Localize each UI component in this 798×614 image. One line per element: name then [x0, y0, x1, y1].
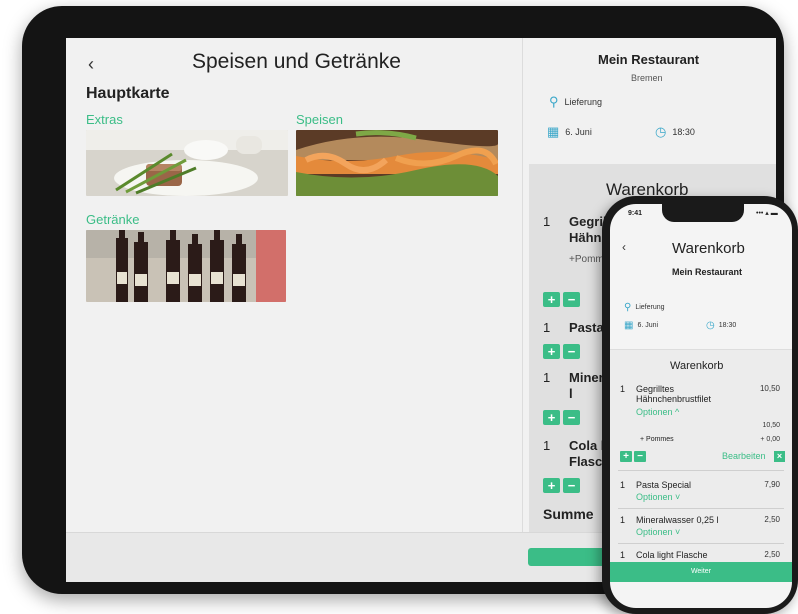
phone-title: Warenkorb [672, 240, 745, 257]
separator [618, 508, 784, 509]
close-icon[interactable]: × [774, 451, 785, 462]
extra-price: + 0,00 [760, 436, 780, 443]
quantity-stepper: + − [543, 292, 580, 307]
date-row[interactable]: ▦ 6. Juni [624, 320, 658, 331]
calendar-icon: ▦ [624, 320, 634, 331]
extra-name: + Pommes [640, 436, 674, 443]
quantity-stepper: + − [543, 344, 580, 359]
cart-item-name: Pasta Special [636, 480, 692, 490]
time-value: 18:30 [718, 322, 737, 329]
time-row[interactable]: ◷ 18:30 [655, 124, 695, 140]
separator [618, 543, 784, 544]
delivery-row[interactable]: ⚲ Lieferung [624, 302, 665, 313]
phone-screen: 9:41 ••• ▴ ▬ ‹ Warenkorb Mein Restaurant… [610, 204, 792, 608]
date-value: 6. Juni [565, 127, 592, 137]
minus-button[interactable]: − [563, 344, 580, 359]
status-icons: ••• ▴ ▬ [756, 210, 778, 217]
location-pin-icon: ⚲ [624, 302, 632, 313]
delivery-label: Lieferung [564, 97, 603, 107]
cart-item-price: 10,50 [759, 384, 780, 393]
cart-item-name-cont: l [569, 386, 573, 401]
category-label-extras[interactable]: Extras [86, 112, 123, 127]
status-time: 9:41 [628, 210, 643, 217]
minus-button[interactable]: − [563, 478, 580, 493]
clock-icon: ◷ [655, 124, 667, 139]
continue-button[interactable]: Weiter [610, 562, 792, 582]
location-pin-icon: ⚲ [549, 94, 559, 109]
restaurant-city: Bremen [631, 73, 663, 83]
category-image-speisen[interactable] [296, 130, 498, 196]
back-button[interactable]: ‹ [622, 240, 626, 254]
menu-pane: ‹ Speisen und Getränke Hauptkarte Extras [66, 38, 522, 532]
cart-item-name: Cola light Flasche [636, 550, 708, 560]
category-image-getraenke[interactable] [86, 230, 286, 302]
plus-button[interactable]: + [543, 292, 560, 307]
cart-item-name: Gegrilltes Hähnchenbrustfilet [636, 384, 712, 404]
phone-notch [662, 204, 744, 222]
quantity-stepper: + − [543, 478, 580, 493]
cart-item-price: 2,50 [764, 515, 780, 524]
cart-item-qty: 1 [620, 480, 626, 490]
phone-device: 9:41 ••• ▴ ▬ ‹ Warenkorb Mein Restaurant… [602, 196, 798, 614]
time-row[interactable]: ◷ 18:30 [706, 320, 736, 331]
cart-item-qty: 1 [543, 370, 551, 385]
minus-button[interactable]: − [563, 410, 580, 425]
category-label-speisen[interactable]: Speisen [296, 112, 343, 127]
cart-item-qty: 1 [543, 438, 551, 453]
date-value: 6. Juni [637, 322, 659, 329]
quantity-stepper: + − [620, 451, 646, 462]
clock-icon: ◷ [706, 320, 715, 331]
cart-item-qty: 1 [620, 550, 626, 560]
cart-item-qty: 1 [543, 320, 551, 335]
time-value: 18:30 [672, 127, 695, 137]
sub-price: 10,50 [762, 422, 780, 429]
minus-button[interactable]: − [563, 292, 580, 307]
quantity-stepper: + − [543, 410, 580, 425]
delivery-label: Lieferung [635, 304, 665, 311]
options-toggle[interactable]: Optionen ˅ [636, 527, 680, 537]
minus-button[interactable]: − [634, 451, 646, 462]
cart-item-price: 2,50 [764, 550, 780, 559]
back-button[interactable]: ‹ [88, 54, 94, 75]
cart-item-qty: 1 [620, 384, 626, 394]
cart-item-price: 7,90 [764, 480, 780, 489]
cart-item-qty: 1 [543, 214, 551, 229]
cart-panel: Warenkorb 1 Gegrilltes Hähnchenbrustfile… [610, 349, 792, 580]
separator [618, 470, 784, 471]
plus-button[interactable]: + [543, 344, 560, 359]
restaurant-name: Mein Restaurant [598, 52, 700, 67]
options-toggle[interactable]: Optionen ^ [636, 407, 679, 417]
cart-item-qty: 1 [620, 515, 626, 525]
date-row[interactable]: ▦ 6. Juni [547, 124, 592, 140]
calendar-icon: ▦ [547, 124, 560, 139]
cart-item-name: Mineralwasser 0,25 l [636, 515, 719, 525]
cart-title: Warenkorb [670, 360, 724, 372]
delivery-row[interactable]: ⚲ Lieferung [549, 94, 602, 110]
edit-button[interactable]: Bearbeiten [722, 451, 766, 461]
plus-button[interactable]: + [543, 410, 560, 425]
cart-sum-label: Summe [543, 506, 594, 522]
plus-button[interactable]: + [620, 451, 632, 462]
restaurant-name: Mein Restaurant [672, 267, 743, 277]
plus-button[interactable]: + [543, 478, 560, 493]
category-image-extras[interactable] [86, 130, 288, 196]
menu-title: Hauptkarte [86, 85, 170, 102]
options-toggle[interactable]: Optionen ˅ [636, 492, 680, 502]
page-title: Speisen und Getränke [192, 50, 401, 73]
category-label-getraenke[interactable]: Getränke [86, 212, 139, 227]
